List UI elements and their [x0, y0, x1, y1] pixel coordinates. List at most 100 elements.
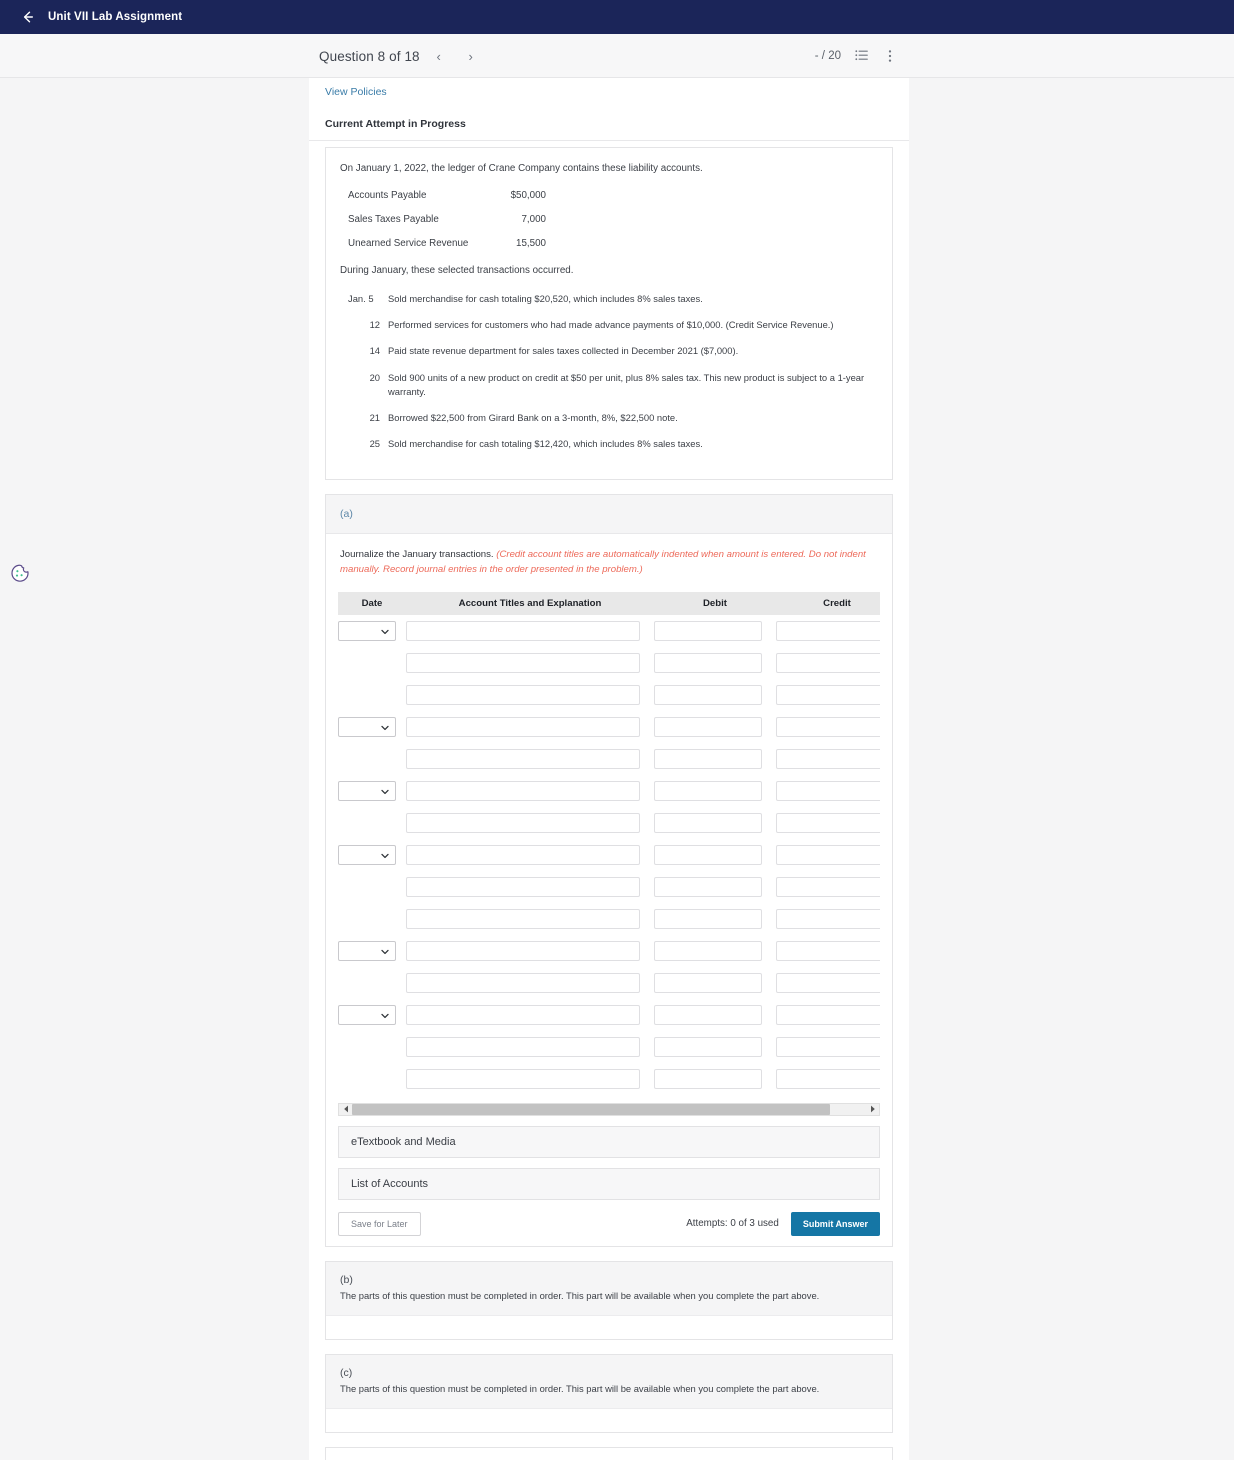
column-header-account: Account Titles and Explanation	[406, 591, 654, 615]
ledger-account-amount: $50,000	[510, 190, 546, 202]
list-of-accounts-bar[interactable]: List of Accounts	[338, 1167, 880, 1200]
account-title-input-7[interactable]	[406, 844, 640, 865]
cookie-icon[interactable]	[9, 563, 31, 585]
date-select-12[interactable]	[338, 1004, 396, 1025]
debit-input-2[interactable]	[654, 684, 762, 705]
credit-input-6[interactable]	[776, 812, 880, 833]
credit-input-3[interactable]	[776, 716, 880, 737]
account-title-input-12[interactable]	[406, 1004, 640, 1025]
journal-entry-row	[338, 711, 880, 743]
submit-answer-button[interactable]: Submit Answer	[790, 1211, 880, 1236]
transactions-intro: During January, these selected transacti…	[340, 265, 574, 277]
chevron-left-icon: ‹	[436, 48, 441, 64]
journal-entry-row	[338, 1031, 880, 1063]
credit-input-1[interactable]	[776, 652, 880, 673]
account-title-input-3[interactable]	[406, 716, 640, 737]
credit-input-0[interactable]	[776, 620, 880, 641]
view-policies-link[interactable]: View Policies	[309, 78, 403, 98]
credit-input-7[interactable]	[776, 844, 880, 865]
debit-input-13[interactable]	[654, 1036, 762, 1057]
transaction-row: 12 Performed services for customers who …	[340, 318, 878, 332]
debit-input-0[interactable]	[654, 620, 762, 641]
journal-entry-row	[338, 679, 880, 711]
etextbook-and-media-bar[interactable]: eTextbook and Media	[338, 1125, 880, 1158]
prev-question-button[interactable]: ‹	[426, 43, 452, 69]
part-a-actions: Save for Later Attempts: 0 of 3 used Sub…	[338, 1211, 880, 1236]
debit-input-1[interactable]	[654, 652, 762, 673]
transaction-date: 20	[369, 371, 380, 383]
part-c-label: (c)	[326, 1354, 892, 1383]
triangle-left-icon[interactable]	[339, 1104, 352, 1115]
debit-input-3[interactable]	[654, 716, 762, 737]
journal-entry-row	[338, 903, 880, 935]
transaction-description: Sold merchandise for cash totaling $12,4…	[388, 437, 703, 449]
transaction-row: 14 Paid state revenue department for sal…	[340, 344, 878, 358]
credit-input-12[interactable]	[776, 1004, 880, 1025]
account-title-input-5[interactable]	[406, 780, 640, 801]
ledger-row: Sales Taxes Payable 7,000	[348, 214, 878, 225]
debit-input-10[interactable]	[654, 940, 762, 961]
credit-input-10[interactable]	[776, 940, 880, 961]
account-title-input-11[interactable]	[406, 972, 640, 993]
credit-input-14[interactable]	[776, 1068, 880, 1089]
debit-input-11[interactable]	[654, 972, 762, 993]
transaction-date: 25	[369, 437, 380, 449]
debit-input-12[interactable]	[654, 1004, 762, 1025]
account-title-input-1[interactable]	[406, 652, 640, 673]
chevron-down-icon	[381, 725, 389, 730]
transaction-row: 25 Sold merchandise for cash totaling $1…	[340, 437, 878, 451]
credit-input-5[interactable]	[776, 780, 880, 801]
account-title-input-14[interactable]	[406, 1068, 640, 1089]
date-select-3[interactable]	[338, 716, 396, 737]
scrollbar-thumb[interactable]	[352, 1103, 831, 1115]
account-title-input-8[interactable]	[406, 876, 640, 897]
debit-input-5[interactable]	[654, 780, 762, 801]
debit-input-4[interactable]	[654, 748, 762, 769]
account-title-input-4[interactable]	[406, 748, 640, 769]
debit-input-7[interactable]	[654, 844, 762, 865]
journal-entry-row	[338, 999, 880, 1031]
chevron-down-icon	[381, 789, 389, 794]
next-question-button[interactable]: ›	[458, 43, 484, 69]
credit-input-9[interactable]	[776, 908, 880, 929]
part-b-footer	[326, 1314, 892, 1339]
problem-intro: On January 1, 2022, the ledger of Crane …	[340, 163, 703, 174]
part-c-section: (c) The parts of this question must be c…	[325, 1353, 893, 1433]
debit-input-14[interactable]	[654, 1068, 762, 1089]
account-title-input-9[interactable]	[406, 908, 640, 929]
arrow-left-icon[interactable]	[20, 9, 36, 25]
date-select-5[interactable]	[338, 780, 396, 801]
journal-entry-row	[338, 967, 880, 999]
credit-input-13[interactable]	[776, 1036, 880, 1057]
triangle-right-icon[interactable]	[866, 1104, 879, 1115]
debit-input-9[interactable]	[654, 908, 762, 929]
transaction-description: Paid state revenue department for sales …	[388, 345, 739, 357]
account-title-input-0[interactable]	[406, 620, 640, 641]
horizontal-scrollbar[interactable]	[338, 1102, 880, 1116]
save-for-later-button[interactable]: Save for Later	[338, 1211, 421, 1236]
score-display: - / 20	[814, 50, 841, 62]
credit-input-2[interactable]	[776, 684, 880, 705]
journal-entry-row	[338, 743, 880, 775]
credit-input-8[interactable]	[776, 876, 880, 897]
account-title-input-2[interactable]	[406, 684, 640, 705]
list-icon[interactable]	[855, 49, 869, 63]
account-title-input-10[interactable]	[406, 940, 640, 961]
more-vertical-icon[interactable]	[883, 49, 897, 63]
journal-entry-row	[338, 647, 880, 679]
question-body: View Policies Current Attempt in Progres…	[309, 78, 909, 1460]
debit-input-8[interactable]	[654, 876, 762, 897]
account-title-input-6[interactable]	[406, 812, 640, 833]
scrollbar-track[interactable]	[352, 1103, 866, 1115]
journal-entry-row	[338, 935, 880, 967]
attempts-counter: Attempts: 0 of 3 used	[686, 1218, 779, 1230]
date-select-7[interactable]	[338, 844, 396, 865]
credit-input-4[interactable]	[776, 748, 880, 769]
part-a-instruction: Journalize the January transactions. (Cr…	[338, 548, 880, 578]
credit-input-11[interactable]	[776, 972, 880, 993]
account-title-input-13[interactable]	[406, 1036, 640, 1057]
chevron-down-icon	[381, 1013, 389, 1018]
debit-input-6[interactable]	[654, 812, 762, 833]
date-select-0[interactable]	[338, 620, 396, 641]
date-select-10[interactable]	[338, 940, 396, 961]
